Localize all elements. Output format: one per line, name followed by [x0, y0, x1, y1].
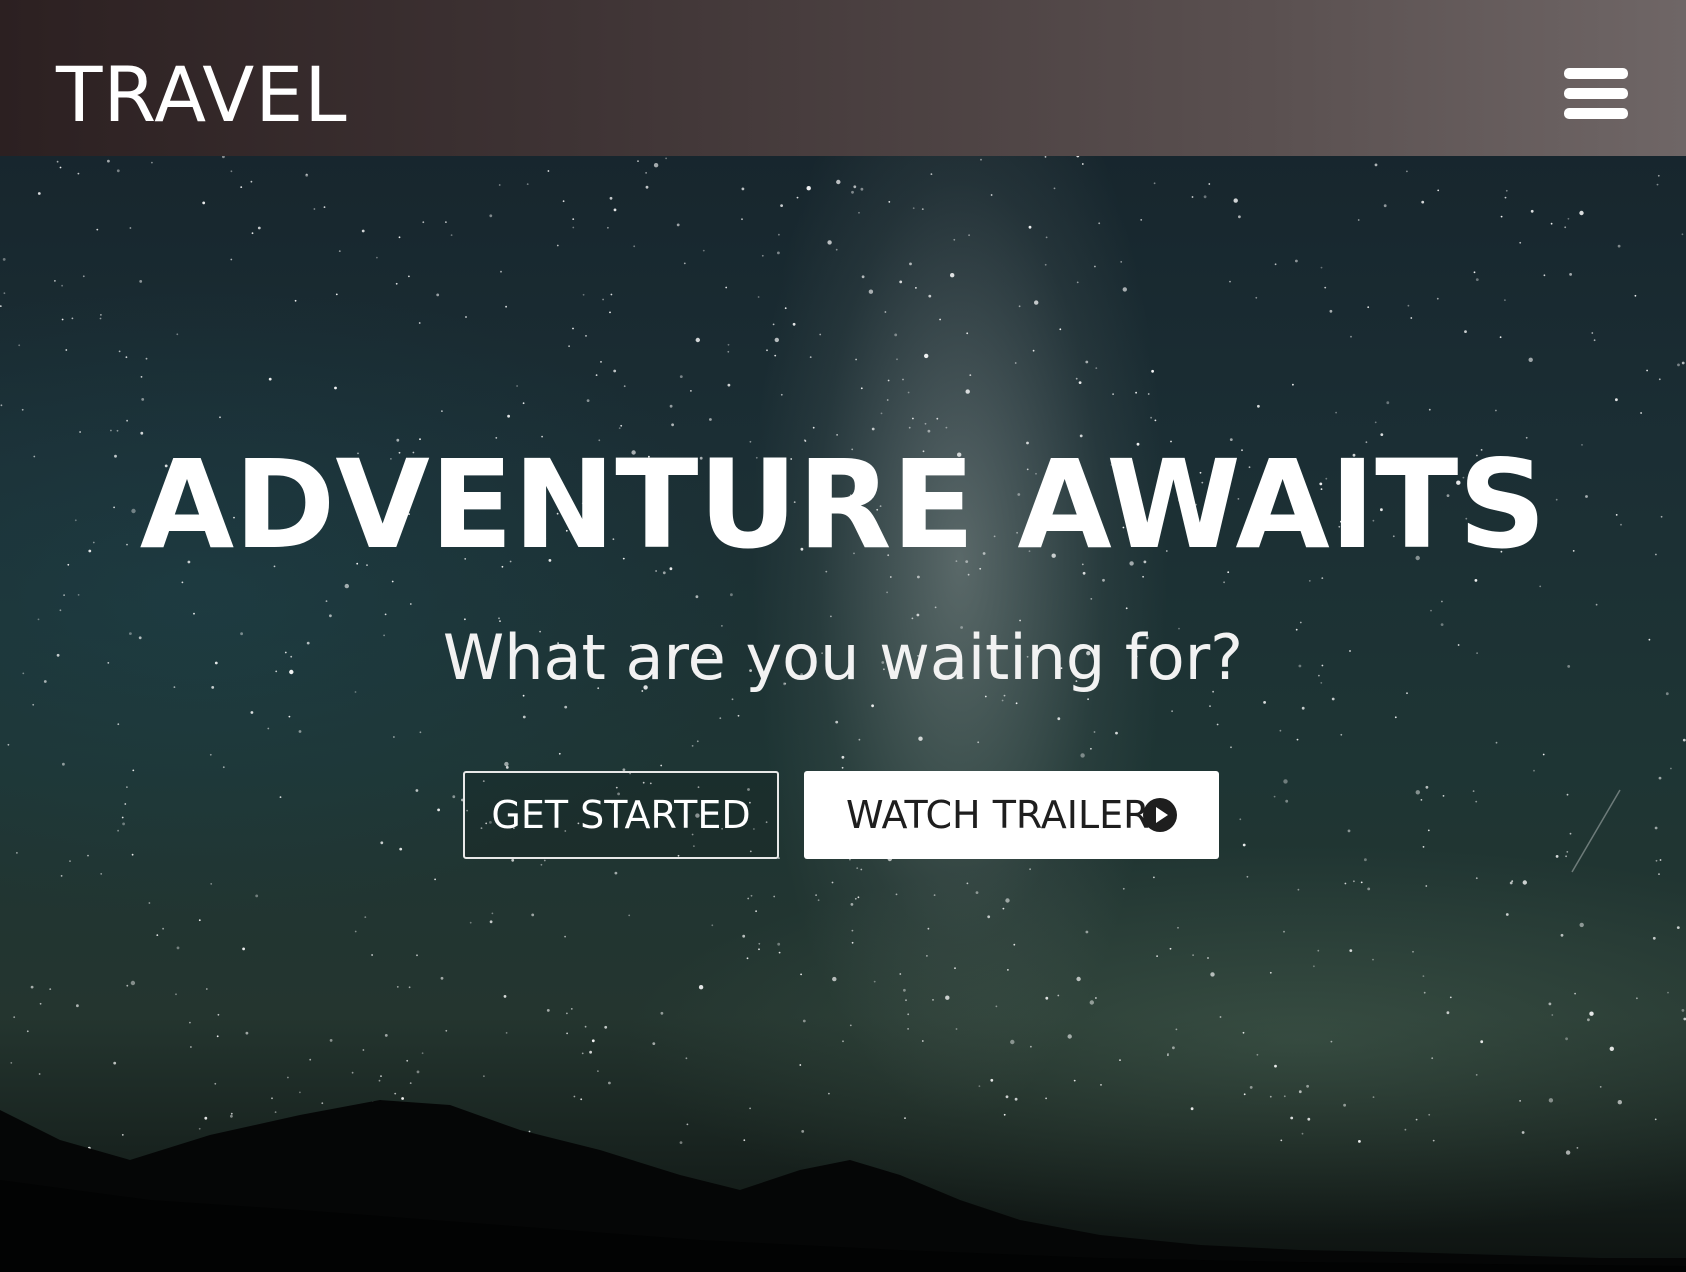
top-navbar: TRAVEL — [0, 0, 1686, 156]
hero-headline: ADVENTURE AWAITS — [139, 434, 1547, 576]
hamburger-menu-icon[interactable] — [1562, 62, 1632, 124]
get-started-button[interactable]: GET STARTED — [463, 771, 779, 859]
menu-bar — [1564, 88, 1628, 99]
watch-trailer-button[interactable]: WATCH TRAILER — [804, 771, 1219, 859]
watch-trailer-label: WATCH TRAILER — [846, 793, 1150, 837]
page: TRAVEL ADVENTURE AWAITS What are you wai… — [0, 0, 1686, 1272]
play-circle-icon — [1143, 798, 1177, 832]
menu-bar — [1564, 108, 1628, 119]
site-logo[interactable]: TRAVEL — [56, 50, 348, 140]
hero-subheadline: What are you waiting for? — [442, 621, 1244, 694]
menu-bar — [1564, 68, 1628, 79]
